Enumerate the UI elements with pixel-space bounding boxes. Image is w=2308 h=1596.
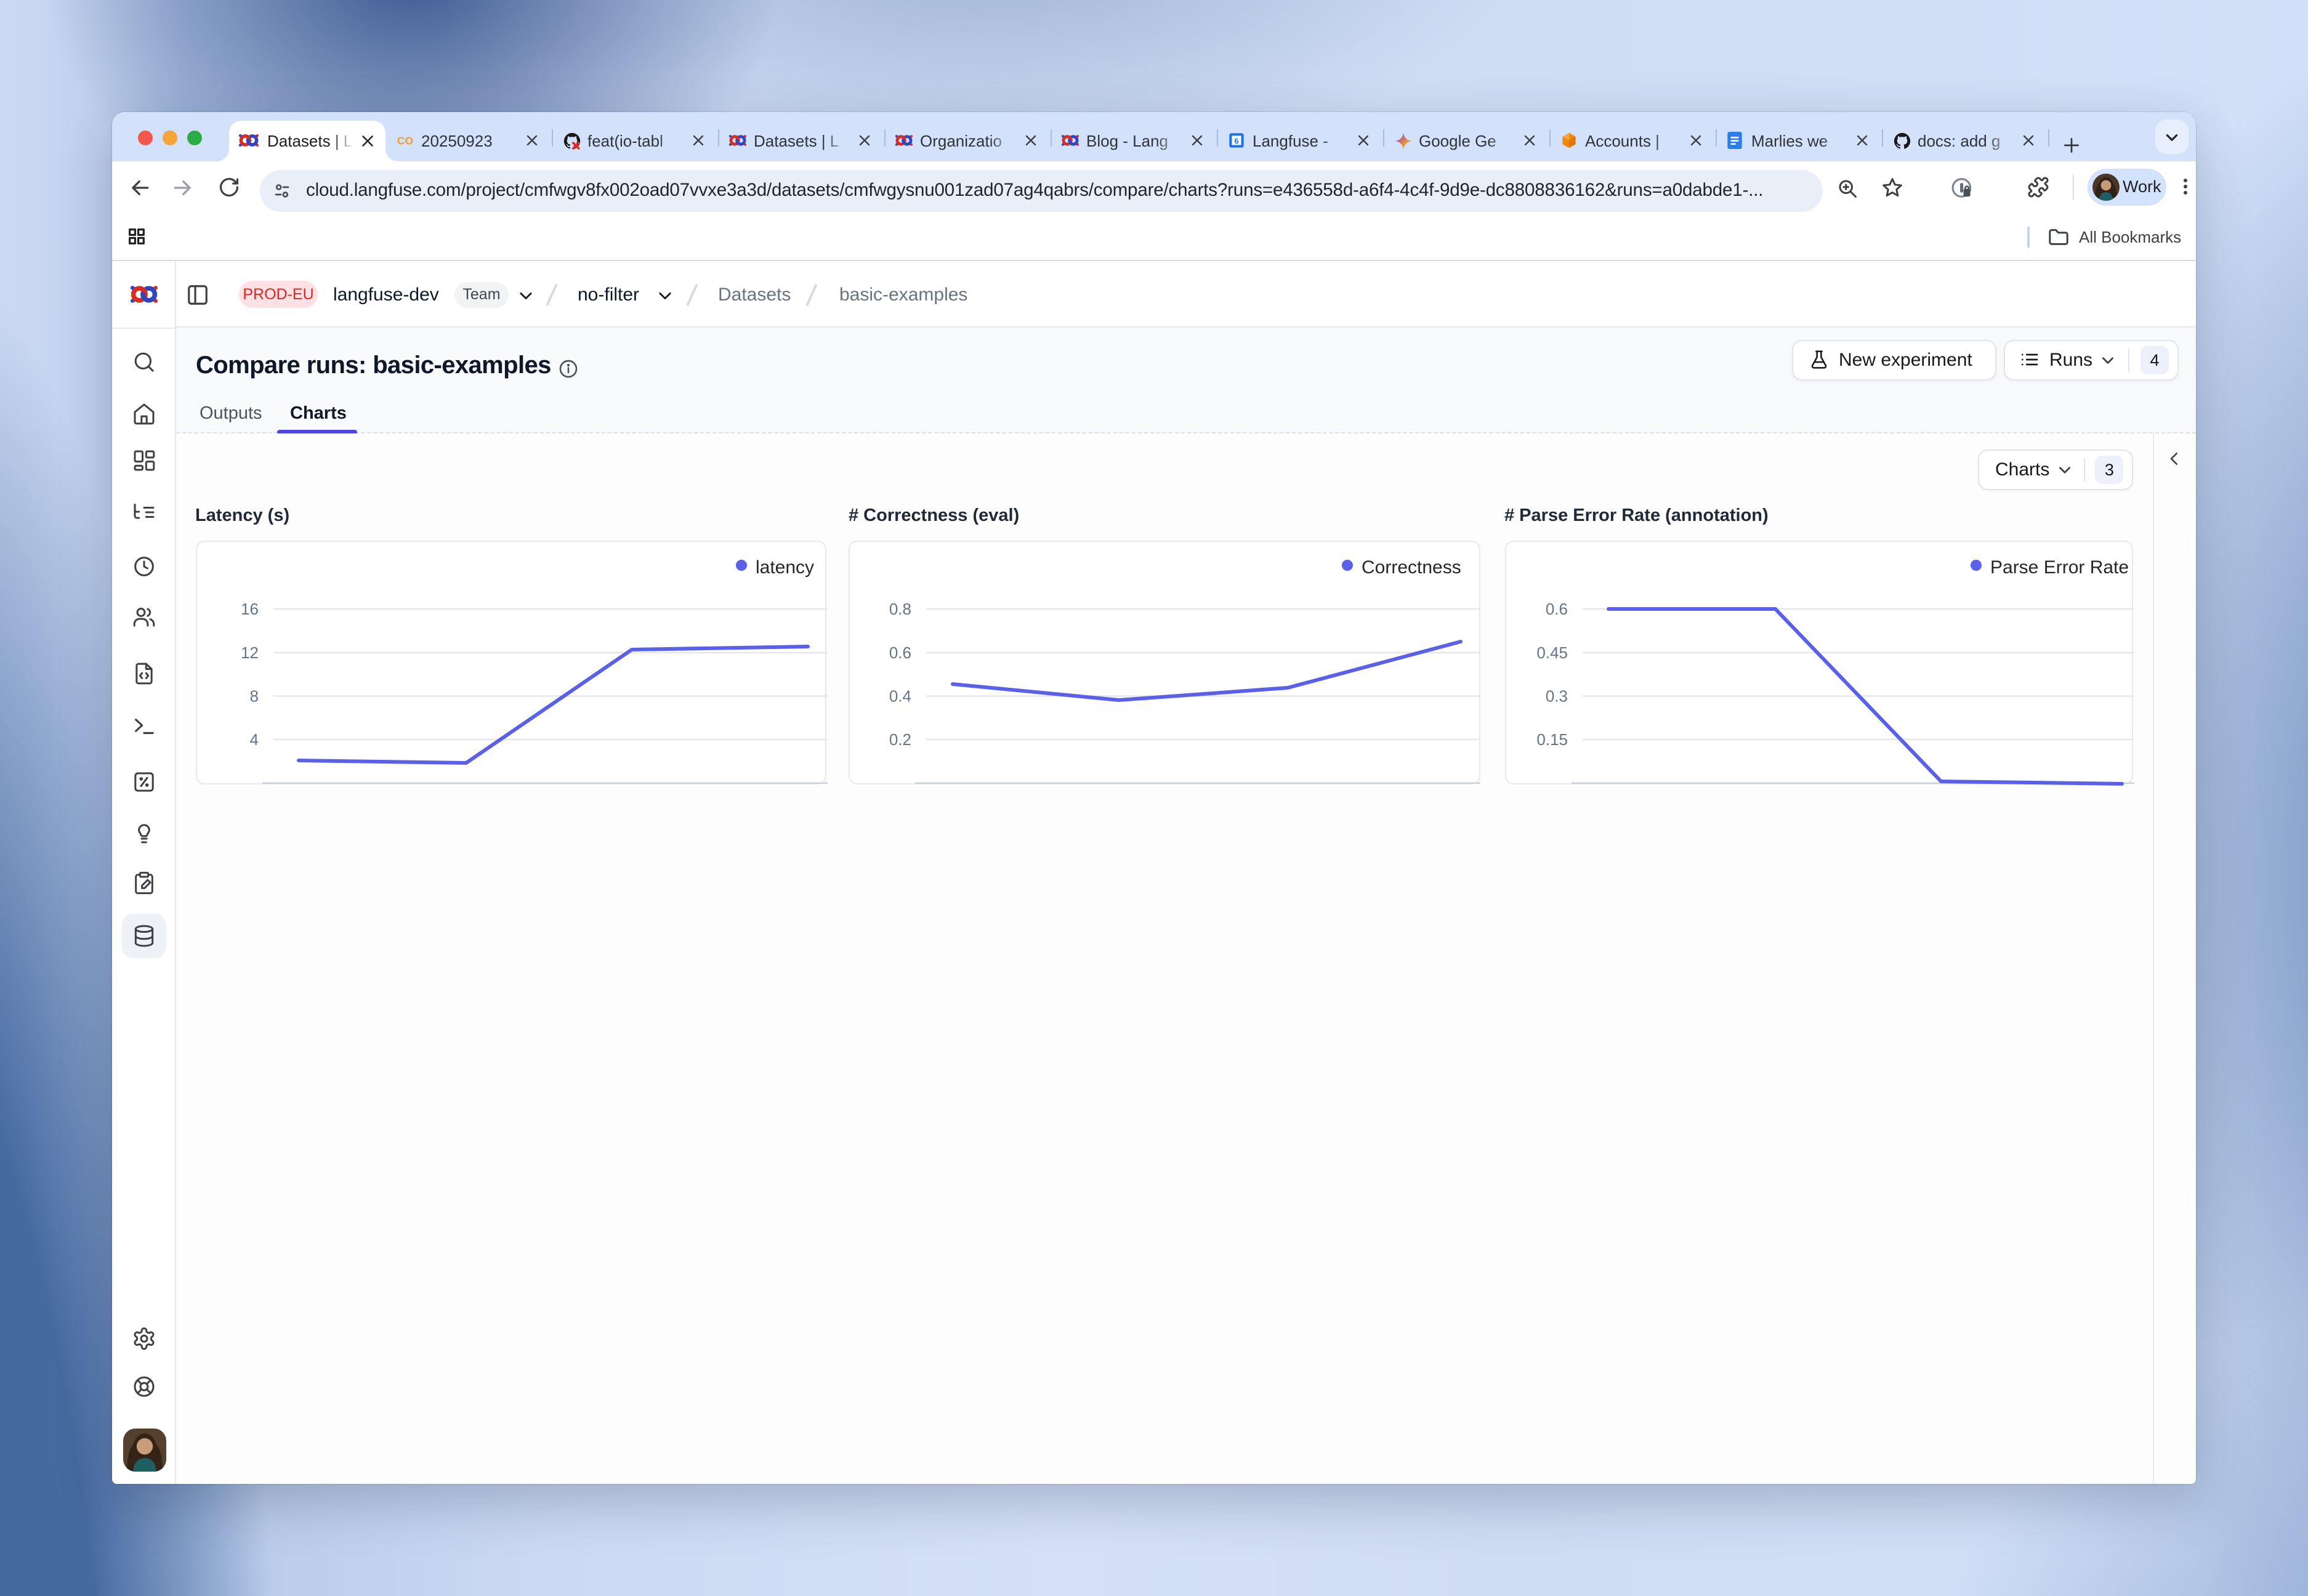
svg-text:Parse Error Rate: Parse Error Rate	[1990, 557, 2128, 578]
svg-text:4: 4	[249, 730, 258, 749]
svg-text:0.3: 0.3	[1545, 687, 1567, 705]
svg-text:Correctness: Correctness	[1362, 557, 1461, 578]
svg-text:0.6: 0.6	[889, 643, 911, 662]
svg-text:6: 6	[1234, 136, 1238, 145]
svg-text:8: 8	[249, 687, 258, 705]
svg-text:0.45: 0.45	[1536, 643, 1567, 662]
svg-text:0.15: 0.15	[1536, 730, 1567, 749]
svg-text:0.2: 0.2	[889, 730, 911, 749]
svg-text:12: 12	[240, 643, 258, 662]
svg-text:0.8: 0.8	[889, 600, 911, 618]
svg-text:0.4: 0.4	[889, 687, 911, 705]
svg-text:16: 16	[240, 600, 258, 618]
svg-text:latency: latency	[755, 557, 813, 578]
svg-text:CO: CO	[397, 134, 413, 147]
svg-text:0.6: 0.6	[1545, 600, 1567, 618]
